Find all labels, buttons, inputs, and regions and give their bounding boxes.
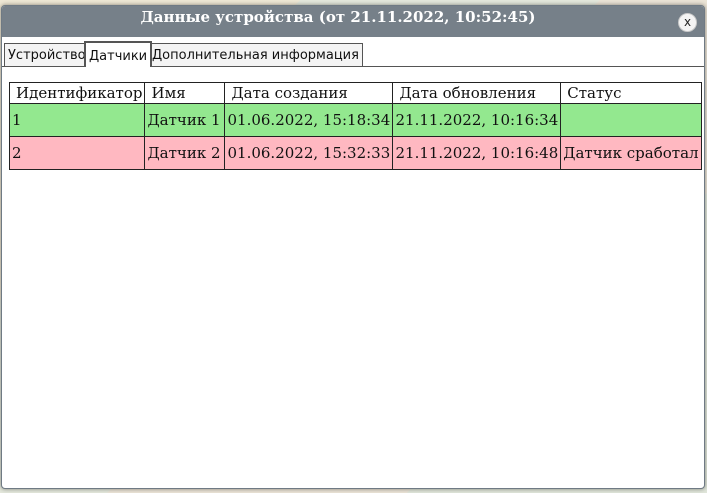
dialog-title: Данные устройства (от 21.11.2022, 10:52:…	[140, 8, 536, 26]
table-header-row: Идентификатор Имя Дата создания Дата обн…	[8, 82, 703, 104]
cell-id: 2	[8, 136, 146, 170]
cell-id: 1	[8, 103, 146, 137]
tab-device[interactable]: Устройство	[4, 43, 90, 66]
sensors-table: Идентификатор Имя Дата создания Дата обн…	[8, 82, 703, 170]
tab-additional-info[interactable]: Дополнительная информация	[148, 43, 363, 66]
cell-updated: 21.11.2022, 10:16:48	[392, 136, 562, 170]
cell-name: Датчик 1	[144, 103, 226, 137]
device-data-dialog: Данные устройства (от 21.11.2022, 10:52:…	[1, 5, 705, 489]
cell-status	[560, 103, 703, 137]
close-button[interactable]: x	[678, 13, 697, 32]
column-header-id[interactable]: Идентификатор	[8, 82, 146, 104]
table-row[interactable]: 2 Датчик 2 01.06.2022, 15:32:33 21.11.20…	[8, 136, 703, 170]
column-header-status[interactable]: Статус	[560, 82, 703, 104]
cell-created: 01.06.2022, 15:32:33	[224, 136, 394, 170]
cell-status: Датчик сработал	[560, 136, 703, 170]
table-row[interactable]: 1 Датчик 1 01.06.2022, 15:18:34 21.11.20…	[8, 103, 703, 137]
column-header-updated[interactable]: Дата обновления	[392, 82, 562, 104]
column-header-name[interactable]: Имя	[144, 82, 226, 104]
dialog-titlebar[interactable]: Данные устройства (от 21.11.2022, 10:52:…	[2, 6, 704, 37]
cell-created: 01.06.2022, 15:18:34	[224, 103, 394, 137]
cell-updated: 21.11.2022, 10:16:34	[392, 103, 562, 137]
cell-name: Датчик 2	[144, 136, 226, 170]
tab-sensors[interactable]: Датчики	[84, 41, 153, 67]
column-header-created[interactable]: Дата создания	[224, 82, 394, 104]
